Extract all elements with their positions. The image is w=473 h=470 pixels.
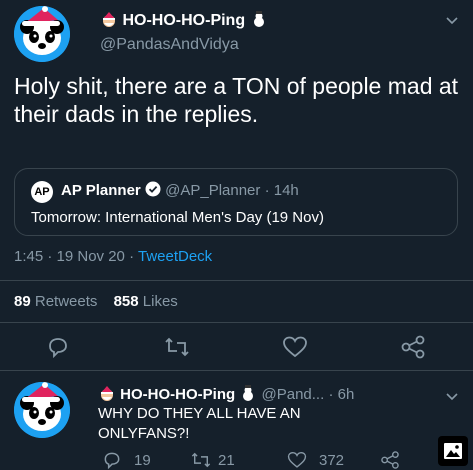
likes-count: 858 xyxy=(113,293,139,310)
retweets-label: Retweets xyxy=(34,293,98,310)
reply-time: · 6h xyxy=(328,386,355,403)
reply-button[interactable] xyxy=(46,335,70,359)
snowman-emoji-icon xyxy=(239,384,257,402)
divider xyxy=(0,280,473,281)
reply-text-line: ONLYFANS?! xyxy=(98,425,190,442)
ap-logo-icon: AP xyxy=(31,181,53,203)
retweet-count: 21 xyxy=(218,451,235,469)
quoted-separator: · xyxy=(264,182,270,199)
like-icon xyxy=(287,451,307,468)
like-button[interactable] xyxy=(282,335,308,359)
retweet-button[interactable] xyxy=(163,335,191,359)
reply-text-line: WHY DO THEY ALL HAVE AN xyxy=(98,405,301,422)
reply-author-name: HO-HO-HO-Ping xyxy=(120,386,236,403)
author-handle[interactable]: @PandasAndVidya xyxy=(100,36,239,54)
reply-retweet-button[interactable]: 21 xyxy=(190,450,235,470)
reply-icon xyxy=(49,338,67,359)
santa-emoji-icon xyxy=(98,384,116,402)
quoted-time: 14h xyxy=(273,182,299,199)
reply-icon xyxy=(104,452,120,470)
reply-share-button[interactable] xyxy=(380,450,400,470)
santa-emoji-icon xyxy=(100,10,118,28)
quoted-tweet[interactable]: AP AP Planner @AP_Planner · 14h Tomorrow… xyxy=(14,168,458,236)
retweet-icon xyxy=(191,452,211,468)
quoted-author-handle: @AP_Planner xyxy=(165,182,261,199)
tweet-source-link[interactable]: TweetDeck xyxy=(138,248,212,265)
reply-like-button[interactable]: 372 xyxy=(287,450,344,470)
quoted-tweet-text: Tomorrow: International Men's Day (19 No… xyxy=(31,209,324,226)
reply-author-handle: @Pand... xyxy=(261,386,325,403)
share-icon xyxy=(381,451,399,469)
like-icon xyxy=(283,336,307,358)
reply-reply-button[interactable]: 19 xyxy=(102,450,151,470)
share-button[interactable] xyxy=(400,335,426,359)
snowman-emoji-icon xyxy=(250,10,268,28)
avatar[interactable] xyxy=(14,6,70,62)
likes-label: Likes xyxy=(142,293,178,310)
tweet-timestamp[interactable]: 1:45 · 19 Nov 20 · xyxy=(14,248,134,265)
reply-chevron-down-icon[interactable] xyxy=(446,388,458,404)
divider xyxy=(0,322,473,323)
quoted-author-name: AP Planner xyxy=(61,182,141,199)
reply-header[interactable]: HO-HO-HO-Ping @Pand... · 6h xyxy=(98,384,354,403)
divider xyxy=(0,370,473,371)
reply-text: WHY DO THEY ALL HAVE AN ONLYFANS?! xyxy=(98,404,301,444)
share-icon xyxy=(401,335,425,359)
author-name: HO-HO-HO-Ping xyxy=(122,12,246,29)
verified-badge-icon xyxy=(145,181,161,197)
author-name-row[interactable]: HO-HO-HO-Ping xyxy=(100,10,268,30)
reply-count: 19 xyxy=(134,451,151,469)
reply-avatar[interactable] xyxy=(14,382,70,438)
retweet-icon xyxy=(165,337,189,357)
chevron-down-icon[interactable] xyxy=(446,12,458,28)
likes-stat[interactable]: 858 Likes xyxy=(114,293,178,310)
retweets-stat[interactable]: 89 Retweets xyxy=(14,293,102,310)
tweet-text: Holy shit, there are a TON of people mad… xyxy=(14,73,459,127)
like-count: 372 xyxy=(319,451,345,469)
image-button[interactable] xyxy=(438,436,468,466)
retweets-count: 89 xyxy=(14,293,31,310)
image-icon xyxy=(444,443,462,459)
